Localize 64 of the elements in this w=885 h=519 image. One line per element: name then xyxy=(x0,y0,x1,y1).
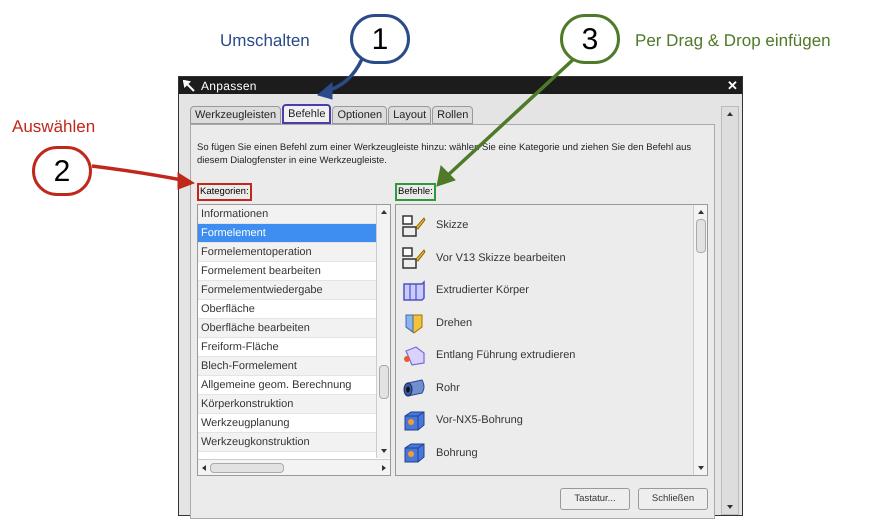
down-arrow-icon xyxy=(698,466,704,470)
up-arrow-icon xyxy=(727,112,733,116)
category-item[interactable]: Blech-Formelement xyxy=(198,357,376,376)
command-item[interactable]: Extrudierter Körper xyxy=(402,274,693,307)
cube-icon xyxy=(402,410,426,432)
scrollbar-thumb[interactable] xyxy=(696,219,706,254)
command-item[interactable]: Vor-NX5-Bohrung xyxy=(402,404,693,437)
scrollbar[interactable] xyxy=(376,205,390,458)
callout-number: 3 xyxy=(560,14,620,64)
callout-number: 1 xyxy=(350,14,410,64)
left-arrow-icon xyxy=(202,464,206,471)
close-button[interactable]: ✕ xyxy=(727,79,738,92)
sketch-icon xyxy=(402,214,426,236)
scrollbar-thumb[interactable] xyxy=(210,462,284,473)
command-label: Bohrung xyxy=(436,446,478,461)
list-label: Kategorien: xyxy=(197,183,252,202)
tab[interactable]: Layout xyxy=(388,106,432,124)
command-item[interactable]: Skizze xyxy=(402,209,693,242)
pin-icon xyxy=(183,80,195,92)
down-arrow-icon xyxy=(380,449,386,454)
category-item[interactable]: Werkzeugkonstruktion xyxy=(198,433,376,452)
window-scrollbar[interactable] xyxy=(721,106,739,516)
command-label: Entlang Führung extrudieren xyxy=(436,348,576,364)
callout-label: Per Drag & Drop einfügen xyxy=(635,30,831,52)
tab[interactable]: Werkzeugleisten xyxy=(190,106,282,124)
window-title: Anpassen xyxy=(201,78,257,94)
dialog-button[interactable]: Tastatur... xyxy=(560,488,630,510)
category-item[interactable]: Formelementwiedergabe xyxy=(198,281,376,300)
scrollbar[interactable] xyxy=(693,205,707,476)
category-item[interactable]: Körperkonstruktion xyxy=(198,395,376,414)
command-label: Drehen xyxy=(436,316,472,331)
command-item[interactable]: Vor V13 Skizze bearbeiten xyxy=(402,242,693,274)
list-label: Befehle: xyxy=(395,183,436,202)
scrollbar-thumb[interactable] xyxy=(379,365,389,400)
callout-arrow xyxy=(316,58,364,100)
cube-icon xyxy=(402,442,426,464)
command-item[interactable]: Rohr xyxy=(402,372,693,404)
down-arrow-icon xyxy=(727,505,733,510)
command-label: Skizze xyxy=(436,218,468,234)
category-item[interactable]: Informationen xyxy=(198,205,376,224)
pipe-icon xyxy=(402,377,426,399)
category-item[interactable]: Oberfläche bearbeiten xyxy=(198,319,376,338)
tab[interactable]: Befehle xyxy=(282,104,332,124)
right-arrow-icon xyxy=(382,464,386,471)
command-label: Extrudierter Körper xyxy=(436,283,529,298)
category-item[interactable]: Formelementoperation xyxy=(198,243,376,262)
up-arrow-icon xyxy=(698,210,704,214)
sketch-icon xyxy=(402,247,426,269)
callout-number: 2 xyxy=(32,146,92,196)
up-arrow-icon xyxy=(380,210,386,214)
callout-label: Umschalten xyxy=(220,30,310,52)
command-item[interactable]: Drehen xyxy=(402,306,693,340)
tab[interactable]: Optionen xyxy=(332,106,388,124)
horizontal-scrollbar[interactable] xyxy=(198,459,390,476)
dialog-button[interactable]: Schließen xyxy=(638,488,708,510)
sweep-icon xyxy=(402,344,426,366)
command-label: Vor V13 Skizze bearbeiten xyxy=(436,250,566,266)
callout-label: Auswählen xyxy=(12,116,96,138)
tab[interactable]: Rollen xyxy=(432,106,474,124)
command-label: Rohr xyxy=(436,380,460,396)
box-icon xyxy=(402,280,426,302)
command-item[interactable]: Bohrung xyxy=(402,436,693,470)
command-item[interactable]: Entlang Führung extrudieren xyxy=(402,339,693,372)
command-label: Vor-NX5-Bohrung xyxy=(436,413,523,428)
